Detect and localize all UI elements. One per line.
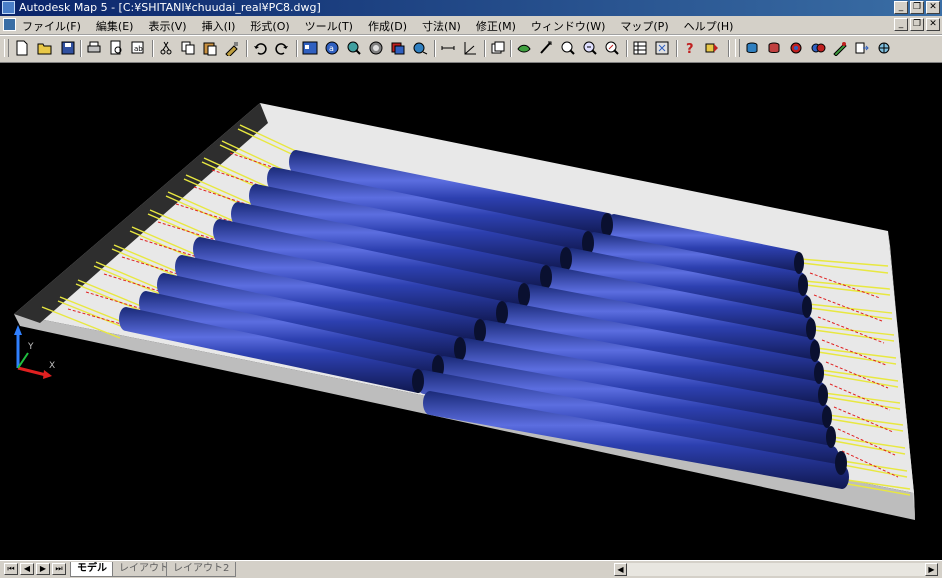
toolbar-separator [152, 40, 154, 57]
menu-dimension[interactable]: 寸法(N) [422, 18, 461, 34]
help-icon[interactable]: ? [682, 40, 698, 56]
dimension-icon[interactable] [412, 40, 428, 56]
toolbar-separator [434, 40, 436, 57]
ucs-axis-icon: Y X [14, 325, 55, 379]
last-tab-button[interactable]: ⏭ [52, 563, 66, 575]
toolbar-separator [80, 40, 82, 57]
menu-draw[interactable]: 作成(D) [368, 18, 407, 34]
match-properties-icon[interactable] [224, 40, 240, 56]
standard-toolbar: ab a ? [0, 35, 942, 63]
next-tab-button[interactable]: ▶ [36, 563, 50, 575]
draw-order-icon[interactable]: a [324, 40, 340, 56]
query-icon[interactable] [346, 40, 362, 56]
scroll-left-icon[interactable]: ◀ [614, 563, 627, 576]
ucs-icon[interactable] [440, 40, 456, 56]
attach-icon[interactable] [368, 40, 384, 56]
pan-icon[interactable] [516, 40, 532, 56]
map-topology-icon[interactable] [810, 40, 826, 56]
app-icon[interactable] [2, 1, 15, 14]
menu-tools[interactable]: ツール(T) [305, 18, 353, 34]
layout-tab-bar: ⏮ ◀ ▶ ⏭ モデル レイアウト1 レイアウト2 ◀ ▶ [0, 560, 942, 578]
map-settings-icon[interactable] [876, 40, 892, 56]
toolbar-separator [728, 40, 730, 57]
paste-icon[interactable] [202, 40, 218, 56]
menu-window[interactable]: ウィンドウ(W) [531, 18, 605, 34]
drawing-viewport[interactable]: Y X [0, 63, 942, 560]
toolbar-separator [296, 40, 298, 57]
svg-text:ab: ab [134, 45, 143, 53]
open-icon[interactable] [37, 40, 53, 56]
map-layer-icon[interactable] [766, 40, 782, 56]
doc-restore-button[interactable]: ❐ [910, 18, 924, 31]
menu-map[interactable]: マップ(P) [620, 18, 668, 34]
horizontal-scrollbar[interactable]: ◀ ▶ [614, 563, 938, 576]
menu-view[interactable]: 表示(V) [148, 18, 186, 34]
zoom-previous-icon[interactable] [560, 40, 576, 56]
aerial-view-icon[interactable] [302, 40, 318, 56]
toolbar-separator [246, 40, 248, 57]
svg-text:?: ? [686, 42, 694, 56]
menu-file[interactable]: ファイル(F) [22, 18, 81, 34]
doc-close-button[interactable]: ✕ [926, 18, 940, 31]
menu-edit[interactable]: 編集(E) [96, 18, 134, 34]
zoom-realtime-icon[interactable] [604, 40, 620, 56]
print-preview-icon[interactable] [108, 40, 124, 56]
map-edit-icon[interactable] [832, 40, 848, 56]
zoom-window-icon[interactable] [538, 40, 554, 56]
snap-icon[interactable] [704, 40, 720, 56]
window-title: Autodesk Map 5 - [C:¥SHITANI¥chuudai_rea… [19, 1, 321, 14]
named-views-icon[interactable] [462, 40, 478, 56]
document-icon[interactable] [3, 18, 16, 31]
svg-text:a: a [329, 44, 334, 53]
toolbar-separator [510, 40, 512, 57]
toolbar-separator [676, 40, 678, 57]
print-icon[interactable] [86, 40, 102, 56]
toolbar-separator [484, 40, 486, 57]
ucs-x-label: X [49, 361, 55, 371]
copy-icon[interactable] [180, 40, 196, 56]
zoom-icon[interactable] [490, 40, 506, 56]
menu-format[interactable]: 形式(O) [250, 18, 289, 34]
toolbar-separator [626, 40, 628, 57]
ucs-y-label: Y [27, 342, 34, 352]
prev-tab-button[interactable]: ◀ [20, 563, 34, 575]
minimize-button[interactable]: _ [894, 1, 908, 14]
undo-icon[interactable] [252, 40, 268, 56]
maximize-button[interactable]: ❐ [910, 1, 924, 14]
properties-icon[interactable] [632, 40, 648, 56]
map-export-icon[interactable] [854, 40, 870, 56]
scroll-right-icon[interactable]: ▶ [925, 563, 938, 576]
menu-insert[interactable]: 挿入(I) [202, 18, 236, 34]
menu-modify[interactable]: 修正(M) [476, 18, 516, 34]
layer-icon[interactable] [390, 40, 406, 56]
tab-layout2[interactable]: レイアウト2 [166, 562, 237, 577]
close-button[interactable]: ✕ [926, 1, 940, 14]
find-icon[interactable]: ab [130, 40, 146, 56]
toolbar-grip[interactable] [4, 39, 9, 57]
tab-model[interactable]: モデル [70, 562, 114, 577]
menu-bar: ファイル(F) 編集(E) 表示(V) 挿入(I) 形式(O) ツール(T) 作… [0, 16, 942, 35]
redo-icon[interactable] [274, 40, 290, 56]
menu-help[interactable]: ヘルプ(H) [684, 18, 734, 34]
design-center-icon[interactable] [654, 40, 670, 56]
save-icon[interactable] [60, 40, 76, 56]
map-query-icon[interactable] [744, 40, 760, 56]
cut-icon[interactable] [158, 40, 174, 56]
doc-minimize-button[interactable]: _ [894, 18, 908, 31]
toolbar-grip[interactable] [735, 39, 740, 57]
first-tab-button[interactable]: ⏮ [4, 563, 18, 575]
new-icon[interactable] [14, 40, 30, 56]
map-attach-icon[interactable] [788, 40, 804, 56]
title-bar: Autodesk Map 5 - [C:¥SHITANI¥chuudai_rea… [0, 0, 942, 16]
zoom-extents-icon[interactable] [582, 40, 598, 56]
